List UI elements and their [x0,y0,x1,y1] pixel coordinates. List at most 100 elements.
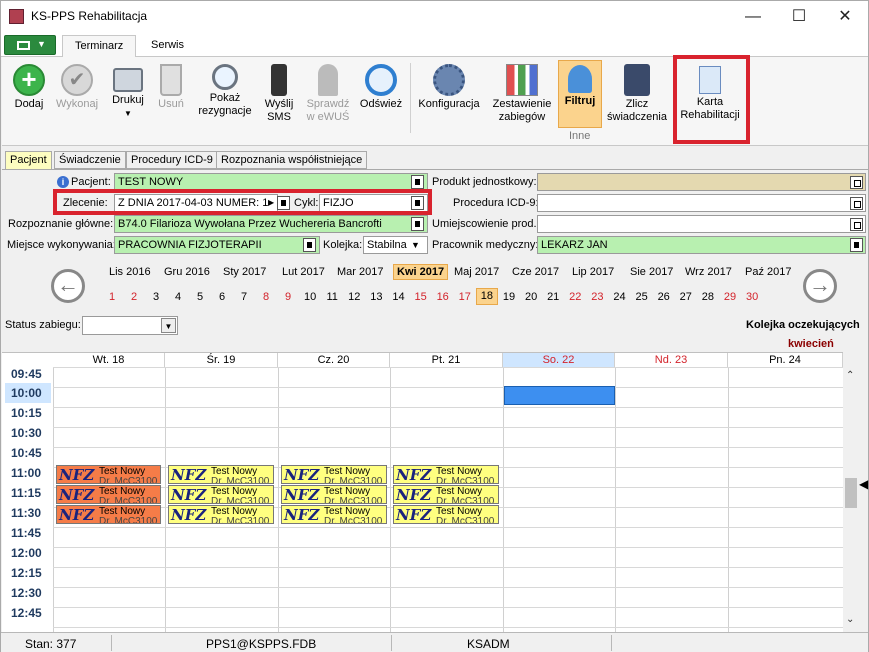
miejsce-field[interactable]: PRACOWNIA FIZJOTERAPII [114,236,320,254]
zestawienie-button[interactable]: Zestawienie zabiegów [489,60,555,132]
appointment[interactable]: NFZ Test Nowy Dr. McC3100 [56,485,161,504]
selected-slot[interactable] [504,386,615,405]
month-1[interactable]: Gru 2016 [164,266,210,278]
tab-pacjent[interactable]: Pacjent [5,151,52,170]
rozpoznanie-field[interactable]: B74.0 Filarioza Wywołana Przez Wuchereri… [114,215,428,233]
month-4[interactable]: Mar 2017 [337,266,383,278]
procedura-picker-button[interactable] [850,197,863,210]
day-19[interactable]: 19 [498,291,520,303]
day-29[interactable]: 29 [719,291,741,303]
day-17[interactable]: 17 [454,291,476,303]
wykonaj-button[interactable]: ✔ Wykonaj [52,60,102,132]
month-2[interactable]: Sty 2017 [223,266,266,278]
produkt-field[interactable] [537,173,866,191]
month-8[interactable]: Lip 2017 [572,266,614,278]
month-6[interactable]: Maj 2017 [454,266,499,278]
filtruj-button[interactable]: Filtruj [558,60,602,128]
month-7[interactable]: Cze 2017 [512,266,559,278]
day-6[interactable]: 6 [211,291,233,303]
vertical-scrollbar[interactable]: ⌃ ⌄ [843,368,860,632]
pracownik-field[interactable]: LEKARZ JAN [537,236,866,254]
day-2[interactable]: 2 [123,291,145,303]
zlicz-swiadczenia-button[interactable]: Zlicz świadczenia [605,60,669,132]
month-11[interactable]: Paź 2017 [745,266,791,278]
prev-month-button[interactable]: ← [51,269,85,303]
wyslij-sms-button[interactable]: Wyślij SMS [259,60,299,132]
day-24[interactable]: 24 [609,291,631,303]
day-22[interactable]: 22 [564,291,586,303]
day-7[interactable]: 7 [233,291,255,303]
day-23[interactable]: 23 [586,291,608,303]
month-9[interactable]: Sie 2017 [630,266,673,278]
month-5[interactable]: Kwi 2017 [393,264,449,280]
month-0[interactable]: Lis 2016 [109,266,151,278]
tab-swiadczenie[interactable]: Świadczenie [54,151,126,169]
appointment[interactable]: NFZ Test Nowy Dr. McC3100 [168,505,274,524]
day-21[interactable]: 21 [542,291,564,303]
drukuj-button[interactable]: Drukuj ▼ [106,60,150,132]
scroll-thumb[interactable] [845,478,857,508]
umiejscowienie-field[interactable] [537,215,866,233]
day-11[interactable]: 11 [321,291,343,303]
day-26[interactable]: 26 [653,291,675,303]
day-5[interactable]: 5 [189,291,211,303]
umiejscowienie-picker-button[interactable] [850,218,863,231]
tab-procedury-icd9[interactable]: Procedury ICD-9 [126,151,218,169]
day-13[interactable]: 13 [365,291,387,303]
odswiez-button[interactable]: Odśwież [357,60,405,132]
status-zabiegu-select[interactable]: ▼ [82,316,178,335]
day-25[interactable]: 25 [631,291,653,303]
appointment[interactable]: NFZ Test Nowy Dr. McC3100 [281,485,387,504]
day-30[interactable]: 30 [741,291,763,303]
appointment[interactable]: NFZ Test Nowy Dr. McC3100 [168,485,274,504]
month-10[interactable]: Wrz 2017 [685,266,732,278]
appointment[interactable]: NFZ Test Nowy Dr. McC3100 [393,465,499,484]
produkt-picker-button[interactable] [850,176,863,189]
dodaj-button[interactable]: + Dodaj [7,60,51,132]
usun-button[interactable]: Usuń [152,60,190,132]
appointment[interactable]: NFZ Test Nowy Dr. McC3100 [281,465,387,484]
appointment[interactable]: NFZ Test Nowy Dr. McC3100 [168,465,274,484]
day-16[interactable]: 16 [432,291,454,303]
pracownik-picker-button[interactable] [850,238,863,252]
day-4[interactable]: 4 [167,291,189,303]
procedura-field[interactable] [537,194,866,212]
day-9[interactable]: 9 [277,291,299,303]
tab-serwis[interactable]: Serwis [139,35,196,57]
splitter-arrow-icon[interactable]: ◀ [859,477,868,491]
appointment[interactable]: NFZ Test Nowy Dr. McC3100 [393,485,499,504]
appointment-subtitle: Dr. McC3100 [324,476,383,484]
minimize-button[interactable]: — [730,1,776,32]
rozpoznanie-picker-button[interactable] [411,217,424,231]
miejsce-picker-button[interactable] [303,238,316,252]
day-27[interactable]: 27 [675,291,697,303]
day-20[interactable]: 20 [520,291,542,303]
sprawdz-ewus-button[interactable]: Sprawdź w eWUŚ [302,60,354,132]
pacjent-picker-button[interactable] [411,175,424,189]
day-15[interactable]: 15 [410,291,432,303]
appointment[interactable]: NFZ Test Nowy Dr. McC3100 [281,505,387,524]
tab-rozpoznania-wspolistniejace[interactable]: Rozpoznania współistniejące [216,151,368,169]
day-1[interactable]: 1 [101,291,123,303]
chevron-down-icon: ▼ [161,318,176,333]
maximize-button[interactable]: ☐ [776,1,822,32]
month-3[interactable]: Lut 2017 [282,266,325,278]
day-10[interactable]: 10 [299,291,321,303]
scroll-up-icon[interactable]: ⌃ [846,370,854,381]
day-28[interactable]: 28 [697,291,719,303]
pokaz-rezygnacje-button[interactable]: Pokaż rezygnacje [194,60,256,132]
scroll-down-icon[interactable]: ⌄ [846,614,854,625]
day-8[interactable]: 8 [255,291,277,303]
day-18[interactable]: 18 [475,288,498,305]
tab-terminarz[interactable]: Terminarz [62,35,137,57]
next-month-button[interactable]: → [803,269,837,303]
day-14[interactable]: 14 [388,291,410,303]
appointment[interactable]: NFZ Test Nowy Dr. McC3100 [56,505,161,524]
konfiguracja-button[interactable]: Konfiguracja [414,60,484,132]
appointment[interactable]: NFZ Test Nowy Dr. McC3100 [393,505,499,524]
day-12[interactable]: 12 [343,291,365,303]
day-3[interactable]: 3 [145,291,167,303]
app-menu-button[interactable]: ▼ [4,35,56,55]
close-button[interactable]: ✕ [822,1,868,32]
appointment[interactable]: NFZ Test Nowy Dr. McC3100 [56,465,161,484]
